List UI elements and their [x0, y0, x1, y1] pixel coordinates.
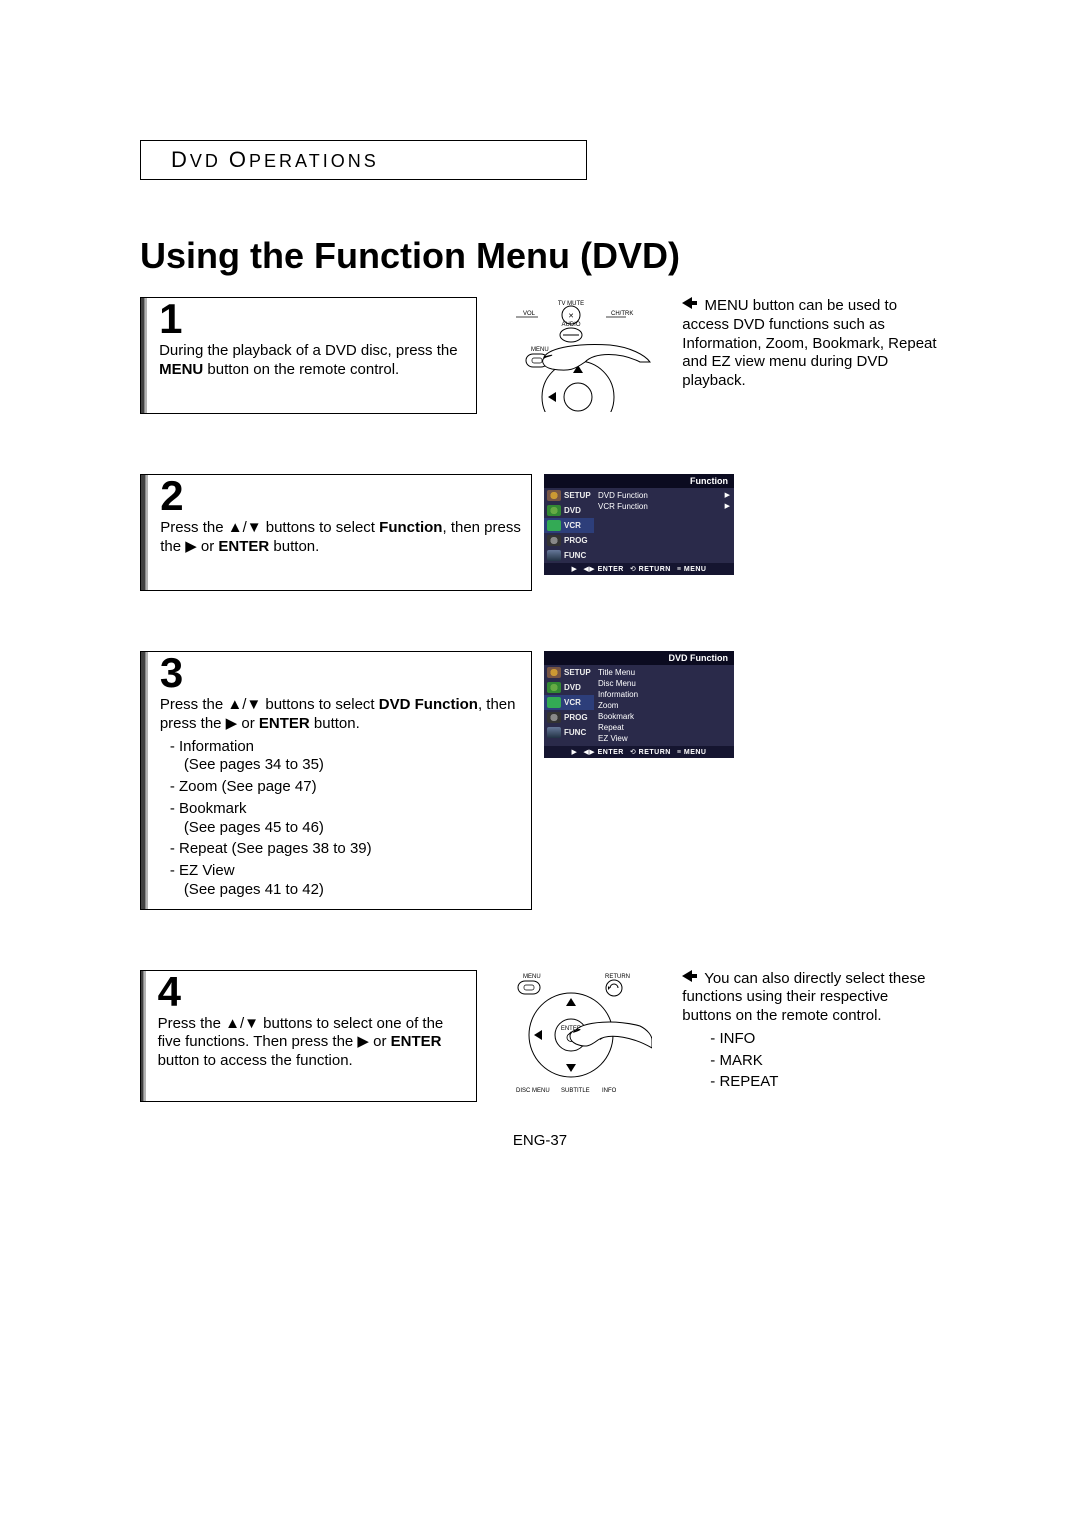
- page-title: Using the Function Menu (DVD): [140, 235, 940, 277]
- step-2-box: 2 Press the ▲/▼ buttons to select Functi…: [140, 474, 532, 591]
- svg-text:✕: ✕: [568, 313, 574, 320]
- step-4-box: 4 Press the ▲/▼ buttons to select one of…: [140, 970, 477, 1102]
- section-title: DVD OPERATIONS: [171, 151, 379, 171]
- step-3-box: 3 Press the ▲/▼ buttons to select DVD Fu…: [140, 651, 532, 910]
- step-2-number: 2: [160, 475, 521, 517]
- label-vol: VOL: [523, 311, 536, 317]
- step-4-figure: MENU RETURN ENTER DISC MENU: [489, 970, 652, 1102]
- step-3-text: Press the ▲/▼ buttons to select DVD Func…: [160, 696, 521, 734]
- label-chtrk: CH/TRK: [611, 311, 633, 317]
- step-2-figure: Function SETUP DVD VCR PROG FUNC DVD Fun…: [544, 474, 734, 575]
- step-1-text: During the playback of a DVD disc, press…: [159, 342, 466, 380]
- page-number: ENG-37: [140, 1132, 940, 1149]
- step-3-list: Information(See pages 34 to 35) Zoom (Se…: [170, 738, 521, 900]
- note-arrow-icon: [682, 297, 697, 309]
- osd3-title: DVD Function: [544, 651, 734, 665]
- label-subtitle: SUBTITLE: [561, 1088, 590, 1094]
- label-menu: MENU: [531, 347, 549, 353]
- step-1-number: 1: [159, 298, 466, 340]
- osd2-title: Function: [544, 474, 734, 488]
- section-header: DVD OPERATIONS: [140, 140, 587, 180]
- step-4-text: Press the ▲/▼ buttons to select one of t…: [158, 1015, 466, 1071]
- step-3-figure: DVD Function SETUP DVD VCR PROG FUNC Tit…: [544, 651, 734, 758]
- label-return: RETURN: [605, 974, 630, 980]
- note-arrow-icon: [682, 970, 697, 982]
- step-2-text: Press the ▲/▼ buttons to select Function…: [160, 519, 521, 557]
- label-info: INFO: [602, 1088, 617, 1094]
- label-audio: AUDIO: [561, 322, 580, 328]
- step-4-note: You can also directly select these funct…: [682, 970, 940, 1096]
- step-1-note: MENU button can be used to access DVD fu…: [682, 297, 940, 391]
- step-1-box: 1 During the playback of a DVD disc, pre…: [140, 297, 477, 414]
- step-1-figure: TV MUTE VOL ✕ CH/TRK AUDIO MENU: [489, 297, 652, 412]
- step-3-number: 3: [160, 652, 521, 694]
- label-discmenu: DISC MENU: [516, 1088, 550, 1094]
- step-4-number: 4: [158, 971, 466, 1013]
- label-menu2: MENU: [523, 974, 541, 980]
